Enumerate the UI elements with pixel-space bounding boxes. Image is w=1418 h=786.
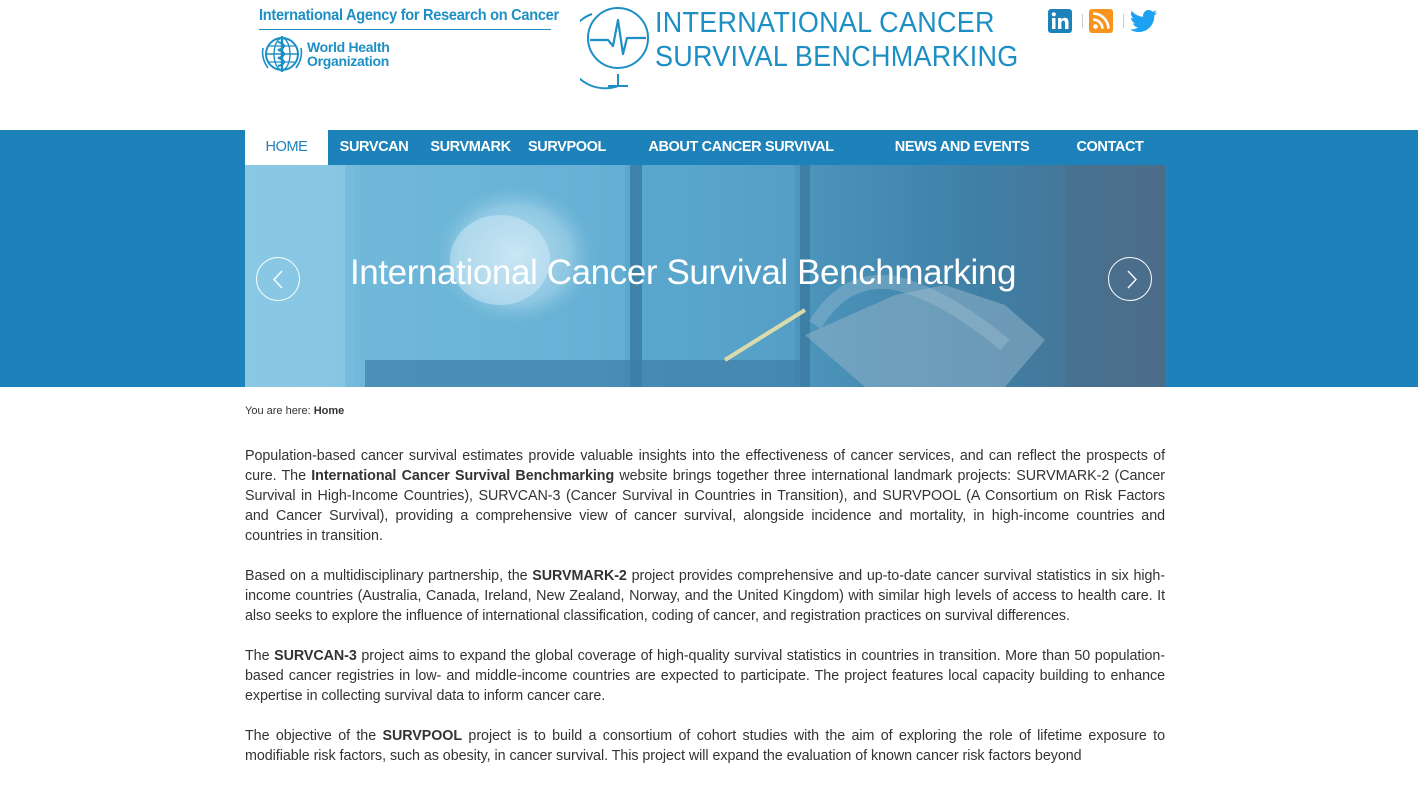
nav-contact[interactable]: CONTACT — [1071, 130, 1149, 165]
who-name: World Health Organization — [307, 39, 390, 69]
who-logo[interactable]: World Health Organization — [260, 34, 400, 74]
carousel-prev-button[interactable] — [256, 257, 300, 301]
intro-paragraph: Population-based cancer survival estimat… — [245, 448, 1166, 544]
carousel-next-button[interactable] — [1108, 257, 1152, 301]
iarc-name: International Agency for Research on Can… — [259, 7, 559, 24]
iarc-logo[interactable]: International Agency for Research on Can… — [259, 6, 559, 30]
nav-survpool[interactable]: SURVPOOL — [524, 130, 610, 165]
nav-survmark[interactable]: SURVMARK — [426, 130, 515, 165]
survmark-paragraph: Based on a multidisciplinary partnership… — [245, 568, 1166, 624]
iarc-divider — [259, 29, 551, 30]
nav-news-and-events[interactable]: NEWS AND EVENTS — [888, 130, 1036, 165]
social-divider — [1123, 14, 1124, 28]
chevron-left-icon — [273, 270, 283, 289]
globe-heartbeat-icon[interactable] — [580, 0, 652, 90]
hero-carousel: International Cancer Survival Benchmarki… — [245, 165, 1165, 387]
chevron-right-icon — [1127, 270, 1137, 289]
breadcrumb: You are here: Home — [245, 405, 344, 417]
nav-home[interactable]: HOME — [245, 130, 328, 167]
survcan-paragraph: The SURVCAN-3 project aims to expand the… — [245, 648, 1165, 704]
nav-survcan[interactable]: SURVCAN — [333, 130, 415, 165]
main-nav: HOME SURVCAN SURVMARK SURVPOOL ABOUT CAN… — [245, 130, 1165, 167]
hero-title: International Cancer Survival Benchmarki… — [349, 253, 1017, 292]
nav-about-cancer-survival[interactable]: ABOUT CANCER SURVIVAL — [641, 130, 841, 165]
survpool-paragraph: The objective of the SURVPOOL project is… — [245, 728, 1166, 764]
rss-icon[interactable] — [1088, 8, 1114, 34]
breadcrumb-current[interactable]: Home — [314, 405, 345, 417]
main-content: Population-based cancer survival estimat… — [245, 446, 1165, 786]
breadcrumb-prefix: You are here: — [245, 405, 311, 417]
twitter-icon[interactable] — [1129, 8, 1159, 34]
linkedin-icon[interactable] — [1047, 8, 1073, 34]
site-title[interactable]: INTERNATIONAL CANCER SURVIVAL BENCHMARKI… — [655, 6, 1046, 74]
who-emblem-icon — [261, 36, 303, 72]
social-divider — [1082, 14, 1083, 28]
